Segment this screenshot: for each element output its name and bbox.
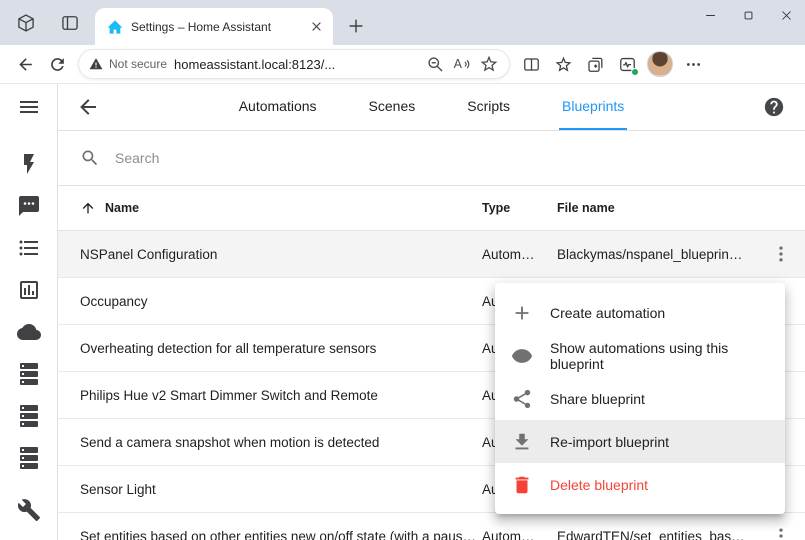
download-icon — [511, 431, 533, 453]
svg-text:A: A — [454, 57, 463, 71]
browser-navbar: Not secure homeassistant.local:8123/... … — [0, 45, 805, 84]
profile-avatar[interactable] — [647, 51, 673, 77]
workspaces-icon[interactable] — [16, 13, 36, 33]
tab-actions-icon[interactable] — [60, 13, 80, 33]
menu-item-share-blueprint[interactable]: Share blueprint — [495, 377, 785, 420]
menu-item-create-automation[interactable]: Create automation — [495, 291, 785, 334]
help-icon[interactable] — [763, 96, 785, 118]
sidebar-item-assist[interactable] — [17, 194, 41, 218]
ha-back-icon[interactable] — [76, 95, 100, 119]
home-assistant-favicon — [107, 19, 123, 35]
favorites-icon[interactable] — [547, 49, 579, 80]
ha-tab-bar: Automations Scenes Scripts Blueprints — [100, 84, 763, 130]
table-row[interactable]: Set entities based on other entities new… — [58, 513, 805, 540]
row-overflow-menu-icon[interactable] — [770, 525, 792, 540]
row-overflow-menu-icon[interactable] — [770, 243, 792, 265]
menu-item-reimport-blueprint[interactable]: Re-import blueprint — [495, 420, 785, 463]
url-text: homeassistant.local:8123/... — [174, 57, 418, 72]
collections-icon[interactable] — [579, 49, 611, 80]
not-secure-warning-icon — [89, 57, 103, 71]
search-icon — [80, 148, 100, 168]
search-bar — [58, 131, 805, 186]
browser-tab[interactable]: Settings – Home Assistant — [95, 8, 333, 45]
sidebar-item-logbook[interactable] — [17, 236, 41, 260]
sidebar-item-addon-1[interactable] — [17, 362, 41, 386]
delete-icon — [511, 474, 533, 496]
sidebar-item-developer-tools[interactable] — [17, 498, 41, 522]
not-secure-label: Not secure — [109, 57, 167, 71]
browser-titlebar: Settings – Home Assistant — [0, 0, 805, 45]
tab-scenes[interactable]: Scenes — [366, 84, 419, 130]
sidebar-item-addon-2[interactable] — [17, 404, 41, 428]
column-header-file[interactable]: File name — [557, 201, 757, 215]
sidebar-menu-icon[interactable] — [17, 95, 41, 119]
tab-scripts[interactable]: Scripts — [464, 84, 513, 130]
refresh-icon[interactable] — [41, 49, 73, 80]
table-header: Name Type File name — [58, 186, 805, 231]
menu-item-show-automations[interactable]: Show automations using this blueprint — [495, 334, 785, 377]
sidebar-item-cloud[interactable] — [17, 320, 41, 344]
search-input[interactable] — [115, 150, 781, 166]
zoom-out-icon[interactable] — [425, 54, 445, 74]
row-context-menu: Create automation Show automations using… — [495, 283, 785, 514]
window-controls — [691, 0, 805, 31]
close-button[interactable] — [767, 0, 805, 31]
browser-essentials-icon[interactable] — [611, 49, 643, 80]
column-header-name[interactable]: Name — [58, 200, 482, 216]
read-aloud-icon[interactable]: A — [452, 54, 472, 74]
menu-item-delete-blueprint[interactable]: Delete blueprint — [495, 463, 785, 506]
back-icon[interactable] — [9, 49, 41, 80]
maximize-button[interactable] — [729, 0, 767, 31]
ha-header: Automations Scenes Scripts Blueprints — [58, 84, 805, 131]
more-menu-icon[interactable] — [677, 49, 709, 80]
status-badge — [631, 68, 639, 76]
column-header-type[interactable]: Type — [482, 201, 557, 215]
sort-ascending-icon — [80, 200, 96, 216]
eye-icon — [511, 345, 533, 367]
tab-title: Settings – Home Assistant — [131, 20, 300, 34]
split-screen-icon[interactable] — [515, 49, 547, 80]
share-icon — [511, 388, 533, 410]
sidebar-item-energy[interactable] — [17, 152, 41, 176]
favorite-star-icon[interactable] — [479, 54, 499, 74]
minimize-button[interactable] — [691, 0, 729, 31]
sidebar-item-addon-3[interactable] — [17, 446, 41, 470]
address-bar[interactable]: Not secure homeassistant.local:8123/... … — [78, 49, 510, 79]
table-row[interactable]: NSPanel Configuration Autom… Blackymas/n… — [58, 231, 805, 278]
sidebar-item-history[interactable] — [17, 278, 41, 302]
plus-icon — [511, 302, 533, 324]
tab-blueprints[interactable]: Blueprints — [559, 84, 627, 130]
new-tab-icon[interactable] — [346, 16, 366, 36]
ha-sidebar — [0, 84, 58, 540]
tab-automations[interactable]: Automations — [236, 84, 320, 130]
site-security-chip[interactable]: Not secure — [89, 57, 167, 71]
tab-close-icon[interactable] — [308, 18, 325, 35]
